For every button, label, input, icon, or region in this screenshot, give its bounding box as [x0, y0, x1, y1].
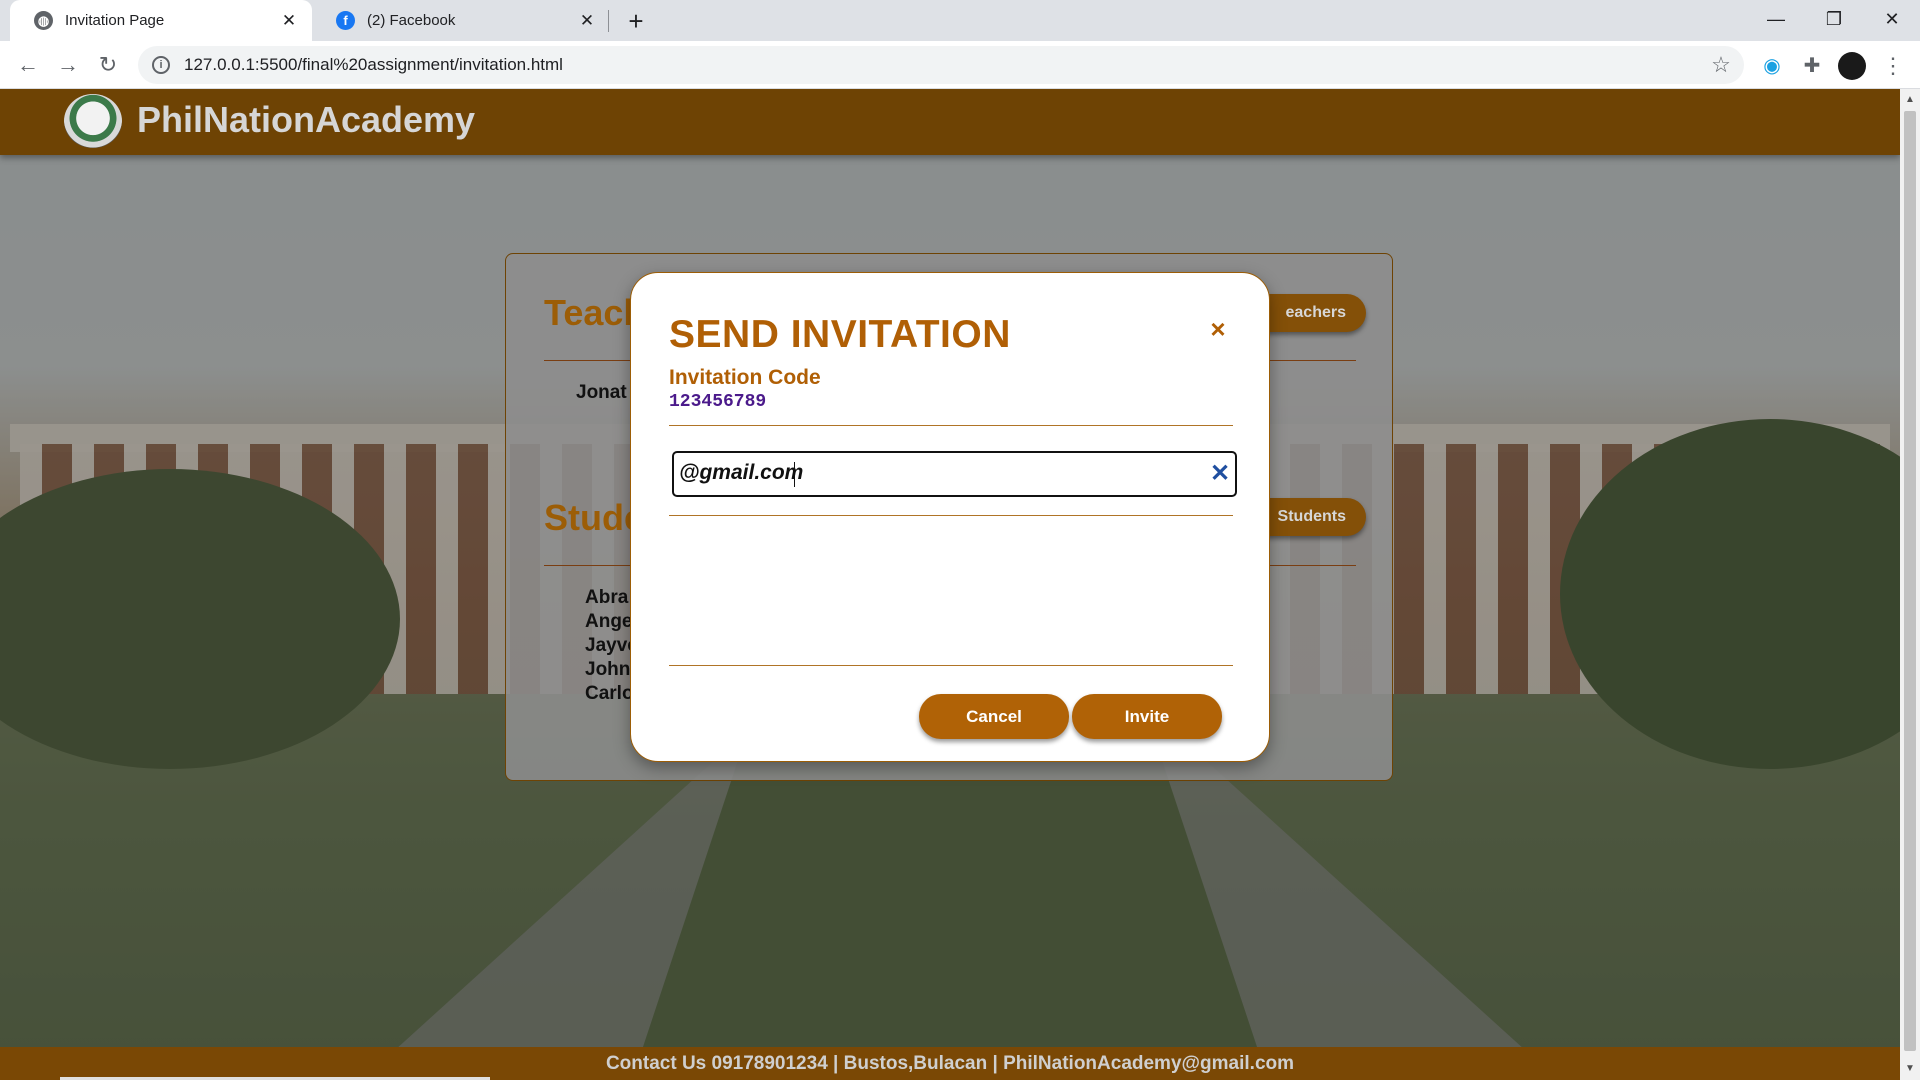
student-name: Carlo [585, 683, 634, 704]
extension-icon[interactable]: ◉ [1757, 51, 1787, 81]
tab-facebook[interactable]: f (2) Facebook ✕ [312, 0, 610, 41]
invite-button[interactable]: Invite [1072, 694, 1222, 739]
back-arrow-icon[interactable]: ← [10, 47, 46, 83]
student-name: Abra [585, 587, 629, 608]
browser-toolbar: ← → ↻ i 127.0.0.1:5500/final%20assignmen… [0, 41, 1920, 89]
close-window-button[interactable]: ✕ [1864, 0, 1920, 41]
globe-icon: ◍ [34, 11, 53, 30]
academy-seal-logo[interactable] [64, 94, 122, 148]
extensions-puzzle-icon[interactable]: ✚ [1797, 51, 1827, 81]
minimize-button[interactable]: — [1748, 0, 1804, 41]
student-name: Ange [585, 611, 633, 632]
facebook-icon: f [336, 11, 355, 30]
scroll-up-arrow-icon[interactable]: ▲ [1900, 91, 1920, 109]
browser-menu-icon[interactable]: ⋮ [1878, 51, 1908, 81]
divider [669, 515, 1233, 516]
profile-avatar[interactable] [1838, 52, 1866, 80]
tab-title: Invitation Page [65, 12, 165, 29]
close-icon[interactable]: × [1206, 316, 1230, 342]
invitation-code-value: 123456789 [669, 392, 767, 412]
url-text[interactable]: 127.0.0.1:5500/final%20assignment/invita… [184, 55, 1706, 75]
vertical-scrollbar[interactable]: ▲ ▼ [1900, 89, 1920, 1080]
cancel-button[interactable]: Cancel [919, 694, 1069, 739]
site-info-icon[interactable]: i [152, 56, 170, 74]
site-footer: Contact Us 09178901234 | Bustos,Bulacan … [0, 1047, 1900, 1080]
address-bar[interactable]: i 127.0.0.1:5500/final%20assignment/invi… [138, 46, 1744, 84]
scrollbar-thumb[interactable] [1904, 111, 1916, 1051]
tab-invitation-page[interactable]: ◍ Invitation Page ✕ [10, 0, 312, 41]
site-header: PhilNationAcademy [0, 89, 1900, 155]
scroll-down-arrow-icon[interactable]: ▼ [1900, 1060, 1920, 1078]
new-tab-button[interactable]: + [622, 4, 650, 38]
tab-separator [608, 10, 609, 32]
forward-arrow-icon[interactable]: → [50, 47, 86, 83]
teacher-name: Jonat [576, 382, 627, 403]
invitation-code-label: Invitation Code [669, 366, 821, 389]
close-tab-icon[interactable]: ✕ [576, 10, 598, 32]
email-field-value[interactable]: @gmail.com [679, 461, 803, 485]
divider [669, 425, 1233, 426]
site-title[interactable]: PhilNationAcademy [137, 99, 475, 141]
text-caret [794, 462, 795, 487]
email-field[interactable]: @gmail.com ✕ [672, 451, 1237, 497]
page-viewport: PhilNationAcademy Teach eachers Jonat St… [0, 89, 1900, 1080]
modal-title: SEND INVITATION [669, 313, 1011, 356]
restore-button[interactable]: ❐ [1806, 0, 1862, 41]
tab-title: (2) Facebook [367, 12, 456, 29]
bookmark-star-icon[interactable]: ☆ [1706, 52, 1736, 78]
footer-contact-text: Contact Us 09178901234 | Bustos,Bulacan … [605, 1053, 1295, 1074]
divider [669, 665, 1233, 666]
clear-input-icon[interactable]: ✕ [1209, 462, 1231, 486]
reload-icon[interactable]: ↻ [90, 47, 126, 83]
send-invitation-modal: SEND INVITATION × Invitation Code 123456… [630, 272, 1270, 762]
students-heading: Stude [544, 497, 645, 538]
close-tab-icon[interactable]: ✕ [278, 10, 300, 32]
student-name: John [585, 659, 631, 680]
browser-tab-strip: ◍ Invitation Page ✕ f (2) Facebook ✕ + —… [0, 0, 1920, 41]
